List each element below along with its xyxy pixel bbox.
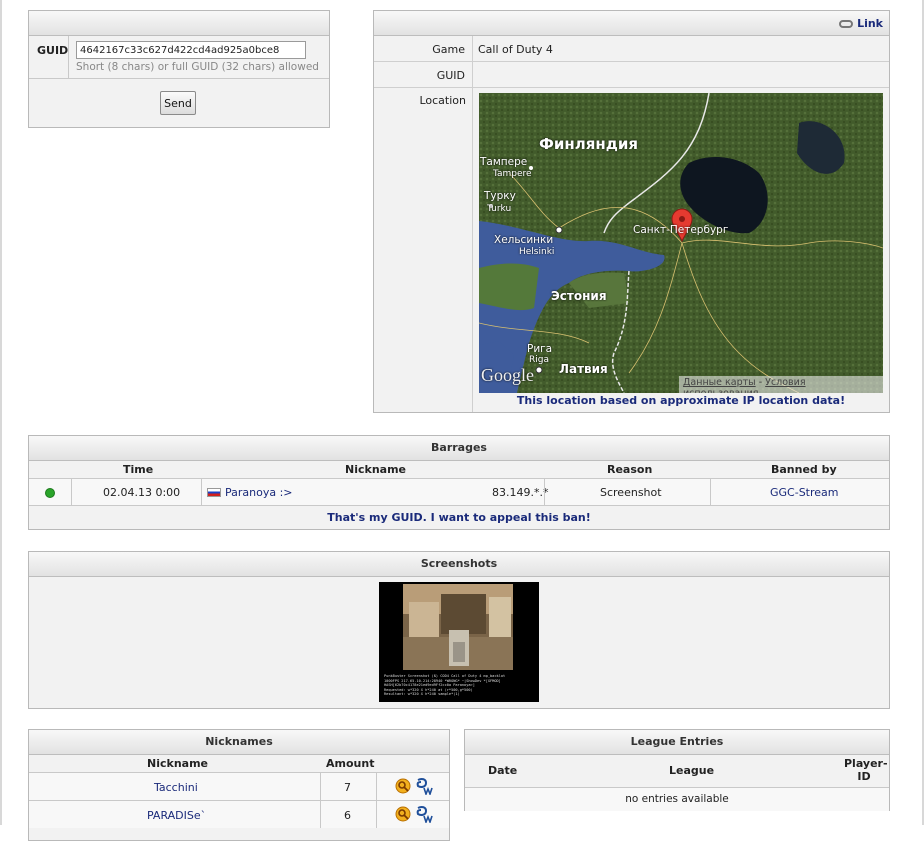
location-map[interactable]: Финляндия Тампере Tampere Турку Turku Хе… [479, 93, 883, 393]
location-caption: This location based on approximate IP lo… [516, 394, 846, 407]
guid-divider [68, 36, 69, 78]
map-label-finland: Финляндия [539, 135, 638, 153]
nickname-link[interactable]: Tacchini [154, 781, 198, 794]
player-info-panel: Link Game Call of Duty 4 GUID Location Ф… [373, 10, 890, 413]
ban-reason: Screenshot [600, 486, 662, 499]
game-value: Call of Duty 4 [478, 43, 553, 56]
table-row: Tacchini 7 [29, 772, 449, 800]
ban-nickname-link[interactable]: Paranoya :> [225, 486, 293, 499]
status-dot-icon [45, 488, 55, 498]
info-panel-header: Link [374, 11, 889, 36]
info-column-divider [472, 36, 473, 412]
league-header-league: League [669, 764, 715, 777]
nickname-link[interactable]: PARADISe` [147, 809, 206, 822]
screenshot-overlay: PunkBuster Screenshot (ß) COD4 Call of D… [384, 674, 539, 697]
info-row-guid: GUID [374, 62, 889, 88]
guid-search-panel: GUID Short (8 chars) or full GUID (32 ch… [28, 10, 330, 128]
search-nickname-icon[interactable] [395, 778, 411, 794]
table-row: PARADISe` 6 [29, 800, 449, 828]
map-footer: Данные карты - Условия использования [683, 377, 883, 393]
guid-info-label: GUID [436, 69, 465, 82]
ban-ip: 83.149.*.* [492, 486, 549, 499]
map-label-turku-en: Turku [487, 204, 512, 214]
link-button[interactable]: Link [839, 17, 883, 30]
barrages-panel: Barrages Time Nickname Reason Banned by … [28, 435, 890, 530]
search-nickname-icon[interactable] [395, 806, 411, 822]
info-row-game: Game Call of Duty 4 [374, 36, 889, 62]
guid-hint: Short (8 chars) or full GUID (32 chars) … [76, 61, 319, 73]
map-label-latvia: Латвия [559, 362, 608, 376]
map-footer-separator: - [758, 377, 763, 388]
guid-panel-header [29, 11, 329, 36]
map-label-estonia: Эстония [551, 289, 607, 303]
league-entries-panel: League Entries Date League Player-ID no … [464, 729, 890, 811]
header-reason: Reason [607, 463, 653, 476]
ban-nickname[interactable]: Paranoya :> [207, 486, 293, 499]
screenshots-title: Screenshots [29, 552, 889, 577]
google-logo: Google [481, 365, 534, 385]
league-header-date: Date [488, 764, 518, 777]
nickname-amount: 6 [344, 809, 351, 822]
game-label: Game [432, 43, 465, 56]
header-banned-by: Banned by [771, 463, 837, 476]
overlay-line: Resultant: w*320 X h*240 sample*(1) [384, 692, 460, 697]
map-label-helsinki-ru: Хельсинки [494, 234, 554, 246]
league-empty-message: no entries available [465, 787, 889, 811]
appeal-link[interactable]: That's my GUID. I want to appeal this ba… [29, 511, 889, 524]
map-label-helsinki-en: Helsinki [519, 247, 555, 257]
guid-label: GUID [37, 44, 69, 57]
chain-link-icon [839, 19, 854, 28]
gm-icon[interactable] [416, 777, 434, 795]
screenshots-panel: Screenshots PunkBuster Screenshot (ß) CO… [28, 551, 890, 709]
nickname-amount: 7 [344, 781, 351, 794]
barrages-title: Barrages [29, 436, 889, 461]
location-label: Location [419, 94, 466, 107]
table-row: 02.04.13 0:00 Paranoya :> 83.149.*.* Scr… [29, 478, 889, 506]
guid-input[interactable] [76, 41, 306, 59]
russia-flag-icon [207, 488, 221, 497]
map-label-tampere-en: Tampere [493, 169, 532, 179]
nicknames-panel: Nicknames Nickname Amount Tacchini 7 PAR… [28, 729, 450, 841]
map-data-link[interactable]: Данные карты [683, 377, 756, 388]
ban-time: 02.04.13 0:00 [103, 486, 181, 499]
map-label-spb: Санкт-Петербург [633, 224, 729, 236]
nick-header-nickname: Nickname [147, 757, 208, 770]
nicknames-title: Nicknames [29, 730, 449, 755]
guid-divider-horizontal [29, 78, 329, 79]
link-label[interactable]: Link [857, 17, 883, 30]
map-label-tampere-ru: Тампере [480, 156, 528, 168]
map-label-riga-en: Riga [529, 355, 549, 365]
page-frame-left [0, 0, 2, 825]
map-label-riga-ru: Рига [527, 343, 553, 355]
league-title: League Entries [465, 730, 889, 755]
header-nickname: Nickname [345, 463, 406, 476]
header-time: Time [123, 463, 154, 476]
screenshot-thumbnail[interactable]: PunkBuster Screenshot (ß) COD4 Call of D… [379, 582, 539, 702]
banned-by-link[interactable]: GGC-Stream [770, 486, 839, 499]
gm-icon[interactable] [416, 805, 434, 823]
league-header-player-id: Player-ID [844, 757, 888, 783]
nick-header-amount: Amount [326, 757, 375, 770]
map-label-turku-ru: Турку [484, 190, 516, 202]
send-button[interactable]: Send [160, 91, 196, 115]
